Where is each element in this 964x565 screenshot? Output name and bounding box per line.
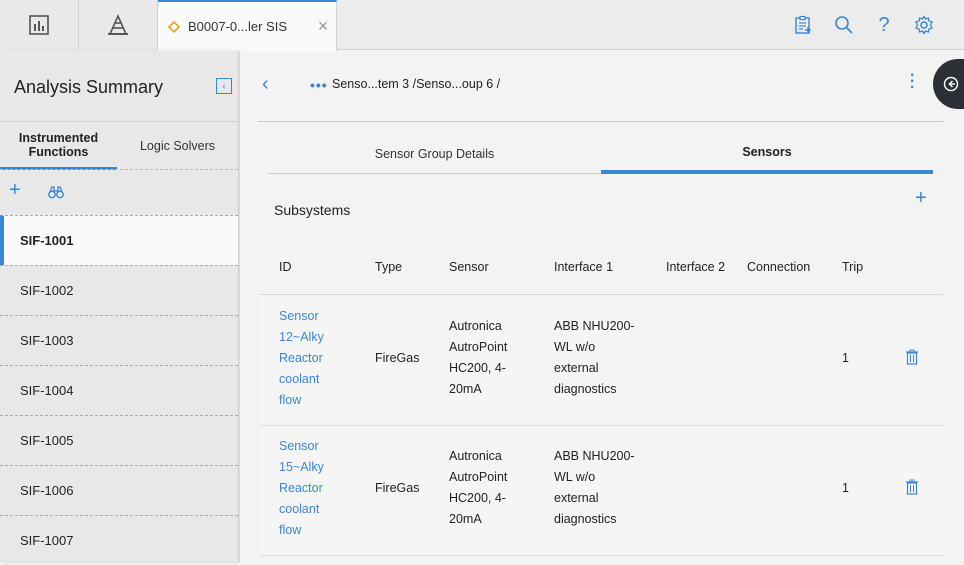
trash-icon[interactable] (905, 349, 919, 365)
add-icon[interactable]: + (9, 179, 21, 202)
trash-icon[interactable] (905, 479, 919, 495)
sensor-id-link[interactable]: Sensor 12~Alky Reactor coolant flow (279, 306, 324, 411)
panel-title: Analysis Summary (14, 77, 164, 97)
add-subsystem-button[interactable]: + (915, 187, 927, 210)
detail-tabs: Sensor Group Details Sensors (268, 134, 933, 174)
panel-toggle-icon (943, 76, 959, 92)
list-item[interactable]: SIF-1001 (0, 215, 238, 265)
list-item[interactable]: SIF-1006 (0, 465, 238, 515)
breadcrumb-more-icon[interactable]: ••• (310, 77, 328, 93)
top-bar: B0007-0...ler SIS × ? (0, 0, 964, 51)
search-icon[interactable] (832, 13, 856, 37)
column-header[interactable]: Sensor (449, 239, 489, 295)
column-header[interactable]: Interface 2 (666, 239, 726, 295)
kebab-menu-icon[interactable]: · · · (910, 68, 915, 96)
sensor-id-link[interactable]: Sensor 15~Alky Reactor coolant flow (279, 436, 324, 541)
tab-analysis[interactable]: B0007-0...ler SIS × (158, 0, 337, 51)
type-cell: FireGas (375, 351, 420, 365)
sensor-cell: Autronica AutroPoint HC200, 4- 20mA (449, 449, 508, 526)
diamond-icon (168, 20, 180, 33)
sensor-cell: Autronica AutroPoint HC200, 4- 20mA (449, 319, 508, 396)
type-cell: FireGas (375, 481, 420, 495)
hierarchy-button[interactable] (79, 0, 158, 50)
help-icon[interactable]: ? (872, 13, 896, 37)
dashboard-button[interactable] (0, 0, 79, 50)
column-header[interactable]: Interface 1 (554, 239, 613, 295)
column-header[interactable]: Connection (747, 239, 810, 295)
back-button[interactable]: ‹ (262, 73, 269, 96)
list-item[interactable]: SIF-1005 (0, 415, 238, 465)
breadcrumb[interactable]: Senso...tem 3 /Senso...oup 6 / (332, 77, 500, 91)
binoculars-icon[interactable] (48, 186, 64, 199)
header-divider (258, 121, 943, 122)
tab-logic-solvers[interactable]: Logic Solvers (117, 122, 238, 170)
left-tabs: Instrumented Functions Logic Solvers (0, 121, 238, 170)
list-item[interactable]: SIF-1007 (0, 515, 238, 565)
dashboard-icon (29, 15, 49, 35)
list-item[interactable]: SIF-1004 (0, 365, 238, 415)
table-row[interactable]: Sensor 15~Alky Reactor coolant flow FireGas … (260, 426, 943, 556)
left-toolbar: + (0, 169, 238, 215)
interface1-cell: ABB NHU200- WL w/o external diagnostics (554, 449, 635, 526)
list-item[interactable]: SIF-1002 (0, 265, 238, 315)
collapse-panel-button[interactable]: ‹ (216, 78, 232, 94)
column-header[interactable]: ID (279, 239, 292, 295)
gear-icon[interactable] (912, 13, 936, 37)
main-content: ‹ ••• Senso...tem 3 /Senso...oup 6 / · · ·… (240, 51, 964, 562)
interface1-cell: ABB NHU200- WL w/o external diagnostics (554, 319, 635, 396)
tab-instrumented-functions[interactable]: Instrumented Functions (0, 122, 117, 170)
analysis-summary-panel: Analysis Summary ‹ Instrumented Function… (0, 51, 239, 562)
table-header: ID Type Sensor Interface 1 Interface 2 C… (260, 239, 943, 295)
trip-cell: 1 (842, 481, 849, 495)
side-panel-toggle[interactable] (933, 59, 964, 109)
column-header[interactable]: Type (375, 239, 402, 295)
column-header[interactable]: Trip (842, 239, 863, 295)
close-icon[interactable]: × (310, 16, 336, 37)
tab-sensors[interactable]: Sensors (601, 134, 933, 174)
sif-list: SIF-1001 SIF-1002 SIF-1003 SIF-1004 SIF-… (0, 215, 238, 565)
hierarchy-icon (108, 14, 128, 35)
trip-cell: 1 (842, 351, 849, 365)
list-item[interactable]: SIF-1003 (0, 315, 238, 365)
clipboard-icon[interactable] (791, 13, 815, 37)
tab-label: B0007-0...ler SIS (188, 19, 287, 34)
tab-sensor-group-details[interactable]: Sensor Group Details (268, 134, 601, 174)
section-title: Subsystems (274, 202, 351, 218)
table-row[interactable]: Sensor 12~Alky Reactor coolant flow FireGas … (260, 296, 943, 426)
